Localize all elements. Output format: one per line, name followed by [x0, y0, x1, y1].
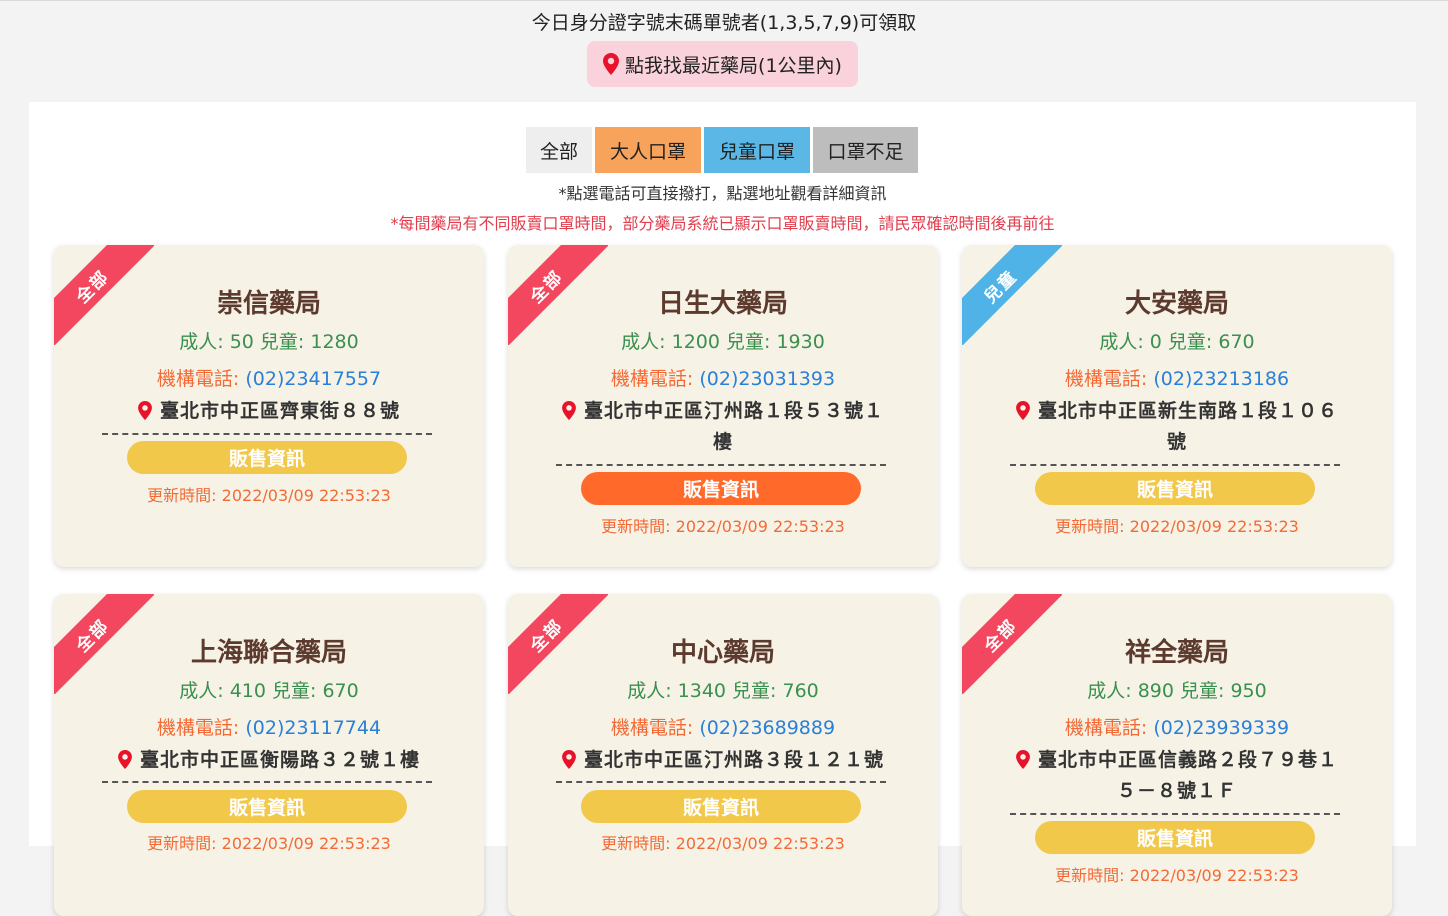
map-pin-icon — [138, 401, 154, 423]
phone-link[interactable]: (02)23031393 — [699, 368, 835, 390]
pharmacy-name: 崇信藥局 — [216, 289, 321, 319]
update-time: 更新時間: 2022/03/09 22:53:23 — [1055, 517, 1299, 536]
sale-info-button[interactable]: 販售資訊 — [127, 441, 407, 474]
divider — [102, 433, 432, 435]
pharmacy-panel: 全部 大人口罩 兒童口罩 口罩不足 *點選電話可直接撥打，點選地址觀看詳細資訊 … — [29, 102, 1416, 916]
map-pin-icon — [118, 750, 134, 772]
address-link[interactable]: 臺北市中正區齊東街８８號 — [102, 396, 436, 427]
filter-adult-mask-button[interactable]: 大人口罩 — [595, 127, 701, 173]
address-link[interactable]: 臺北市中正區汀州路３段１２１號 — [556, 745, 890, 776]
sale-info-button[interactable]: 販售資訊 — [581, 472, 861, 505]
address-text: 臺北市中正區新生南路１段１０６號 — [1037, 400, 1338, 453]
filter-bar: 全部 大人口罩 兒童口罩 口罩不足 — [526, 127, 918, 173]
filter-child-mask-button[interactable]: 兒童口罩 — [704, 127, 810, 173]
sale-info-button[interactable]: 販售資訊 — [581, 790, 861, 823]
mask-stock: 成人: 50 兒童: 1280 — [179, 331, 359, 353]
map-pin-icon — [1016, 750, 1032, 772]
pharmacy-name: 中心藥局 — [670, 638, 775, 668]
mask-stock: 成人: 1340 兒童: 760 — [627, 680, 819, 702]
phone-label: 機構電話: — [156, 368, 246, 390]
sale-info-button[interactable]: 販售資訊 — [1035, 472, 1315, 505]
pharmacy-card: 全部 中心藥局 成人: 1340 兒童: 760 機構電話: (02)23689… — [508, 594, 938, 916]
phone-label: 機構電話: — [610, 368, 700, 390]
mask-stock: 成人: 0 兒童: 670 — [1099, 331, 1255, 353]
filter-mask-shortage-button[interactable]: 口罩不足 — [813, 127, 918, 173]
phone-label: 機構電話: — [156, 717, 246, 739]
find-nearest-pharmacy-button[interactable]: 點我找最近藥局(1公里內) — [587, 41, 858, 87]
sale-info-button[interactable]: 販售資訊 — [127, 790, 407, 823]
address-link[interactable]: 臺北市中正區新生南路１段１０６號 — [1010, 396, 1344, 458]
pharmacy-card: 全部 日生大藥局 成人: 1200 兒童: 1930 機構電話: (02)230… — [508, 245, 938, 567]
pickup-notice: 今日身分證字號末碼單號者(1,3,5,7,9)可領取 — [531, 12, 917, 34]
pharmacy-card: 全部 崇信藥局 成人: 50 兒童: 1280 機構電話: (02)234175… — [54, 245, 484, 567]
update-time: 更新時間: 2022/03/09 22:53:23 — [601, 517, 845, 536]
pharmacy-name: 祥全藥局 — [1124, 638, 1229, 668]
address-text: 臺北市中正區信義路２段７９巷１５－８號１Ｆ — [1037, 749, 1338, 802]
filter-all-button[interactable]: 全部 — [526, 127, 592, 173]
update-time: 更新時間: 2022/03/09 22:53:23 — [147, 486, 391, 505]
phone-link[interactable]: (02)23213186 — [1153, 368, 1289, 390]
pharmacy-name: 大安藥局 — [1124, 289, 1229, 319]
tap-hint: *點選電話可直接撥打，點選地址觀看詳細資訊 — [558, 184, 887, 203]
pharmacy-card: 全部 上海聯合藥局 成人: 410 兒童: 670 機構電話: (02)2311… — [54, 594, 484, 916]
find-nearest-label: 點我找最近藥局(1公里內) — [625, 54, 842, 77]
divider — [1010, 464, 1340, 466]
phone-label: 機構電話: — [610, 717, 700, 739]
map-pin-icon — [603, 53, 620, 75]
pharmacy-name: 日生大藥局 — [657, 289, 788, 319]
address-text: 臺北市中正區齊東街８８號 — [159, 400, 400, 422]
map-pin-icon — [562, 401, 578, 423]
address-link[interactable]: 臺北市中正區衡陽路３２號１樓 — [102, 745, 436, 776]
phone-link[interactable]: (02)23939339 — [1153, 717, 1289, 739]
phone-link[interactable]: (02)23417557 — [245, 368, 381, 390]
address-text: 臺北市中正區衡陽路３２號１樓 — [139, 749, 420, 771]
divider — [556, 464, 886, 466]
mask-stock: 成人: 890 兒童: 950 — [1087, 680, 1267, 702]
address-link[interactable]: 臺北市中正區信義路２段７９巷１５－８號１Ｆ — [1010, 745, 1344, 807]
phone-link[interactable]: (02)23117744 — [245, 717, 381, 739]
divider — [1010, 813, 1340, 815]
sale-info-button[interactable]: 販售資訊 — [1035, 821, 1315, 854]
phone-label: 機構電話: — [1064, 717, 1154, 739]
pharmacy-card: 全部 祥全藥局 成人: 890 兒童: 950 機構電話: (02)239393… — [962, 594, 1392, 916]
divider — [556, 781, 886, 783]
address-text: 臺北市中正區汀州路３段１２１號 — [583, 749, 884, 771]
map-pin-icon — [1016, 401, 1032, 423]
pharmacy-card: 兒童 大安藥局 成人: 0 兒童: 670 機構電話: (02)23213186… — [962, 245, 1392, 567]
sale-time-warning: *每間藥局有不同販賣口罩時間，部分藥局系統已顯示口罩販賣時間，請民眾確認時間後再… — [390, 214, 1055, 233]
update-time: 更新時間: 2022/03/09 22:53:23 — [147, 834, 391, 853]
mask-stock: 成人: 1200 兒童: 1930 — [621, 331, 825, 353]
update-time: 更新時間: 2022/03/09 22:53:23 — [601, 834, 845, 853]
map-pin-icon — [562, 750, 578, 772]
top-divider — [0, 0, 1448, 1]
divider — [102, 781, 432, 783]
mask-stock: 成人: 410 兒童: 670 — [179, 680, 359, 702]
address-text: 臺北市中正區汀州路１段５３號１樓 — [583, 400, 884, 453]
update-time: 更新時間: 2022/03/09 22:53:23 — [1055, 866, 1299, 885]
address-link[interactable]: 臺北市中正區汀州路１段５３號１樓 — [556, 396, 890, 458]
phone-link[interactable]: (02)23689889 — [699, 717, 835, 739]
phone-label: 機構電話: — [1064, 368, 1154, 390]
pharmacy-name: 上海聯合藥局 — [190, 638, 347, 668]
